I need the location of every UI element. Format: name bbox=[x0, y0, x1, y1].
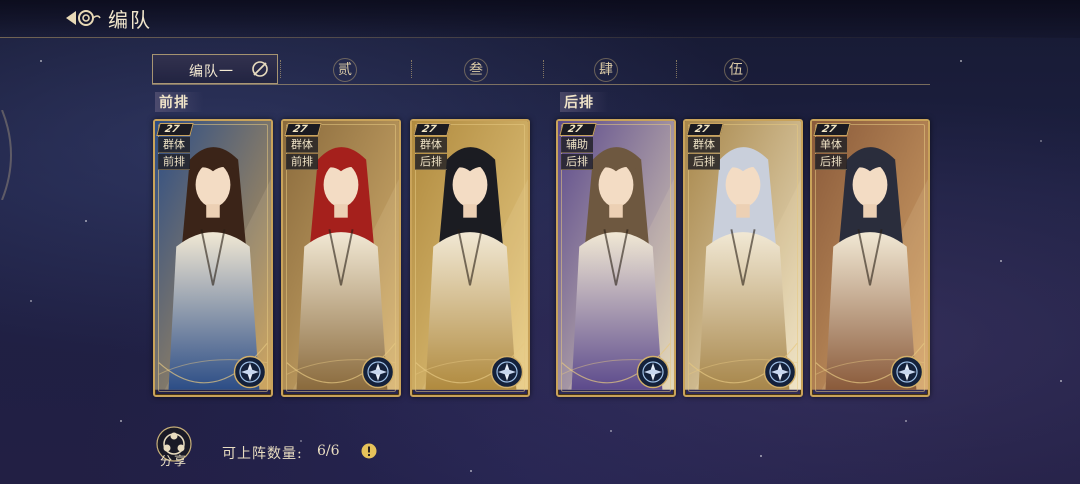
compass-emblem-icon bbox=[636, 355, 670, 389]
header-divider bbox=[0, 37, 1080, 38]
tabs-underline bbox=[152, 84, 930, 85]
level-badge: 27 bbox=[813, 123, 851, 136]
share-label: 分享 bbox=[159, 454, 188, 468]
level-value: 27 bbox=[163, 124, 181, 135]
compass-emblem-icon bbox=[233, 355, 267, 389]
level-value: 27 bbox=[566, 124, 584, 135]
tab-team-5-label: 伍 bbox=[724, 58, 748, 82]
cloud-back-icon[interactable] bbox=[62, 6, 102, 30]
tab-team-4-label: 肆 bbox=[594, 58, 618, 82]
target-type-tag: 群体 bbox=[688, 137, 720, 153]
target-type-tag: 群体 bbox=[415, 137, 447, 153]
tab-separator bbox=[676, 60, 677, 78]
target-type-tag: 辅助 bbox=[561, 137, 593, 153]
left-edge-ornament bbox=[1, 110, 12, 200]
team-tabs: 编队一 贰 叁 肆 伍 bbox=[152, 54, 930, 86]
character-card[interactable]: 27 群体 前排 bbox=[153, 119, 273, 397]
front-row-label: 前排 bbox=[155, 92, 203, 112]
tab-team-2[interactable]: 贰 bbox=[282, 54, 410, 84]
tab-team-1[interactable]: 编队一 bbox=[152, 54, 278, 84]
character-card[interactable]: 27 群体 后排 bbox=[683, 119, 803, 397]
tab-team-1-label: 编队一 bbox=[189, 64, 234, 80]
edit-slash-icon[interactable] bbox=[251, 60, 269, 78]
level-value: 27 bbox=[693, 124, 711, 135]
level-badge: 27 bbox=[284, 123, 322, 136]
character-card[interactable]: 27 群体 前排 bbox=[281, 119, 401, 397]
level-badge: 27 bbox=[156, 123, 194, 136]
top-bar: 编队 bbox=[0, 0, 1080, 38]
compass-emblem-icon bbox=[361, 355, 395, 389]
tab-separator bbox=[543, 60, 544, 78]
position-tag: 前排 bbox=[286, 154, 318, 170]
deploy-count-label: 可上阵数量: bbox=[222, 446, 303, 462]
tab-separator bbox=[280, 60, 281, 78]
back-row-label: 后排 bbox=[560, 92, 608, 112]
tab-team-4[interactable]: 肆 bbox=[545, 54, 675, 84]
tab-team-3[interactable]: 叁 bbox=[413, 54, 543, 84]
target-type-tag: 群体 bbox=[286, 137, 318, 153]
position-tag: 后排 bbox=[815, 154, 847, 170]
compass-emblem-icon bbox=[890, 355, 924, 389]
level-value: 27 bbox=[820, 124, 838, 135]
level-value: 27 bbox=[291, 124, 309, 135]
position-tag: 后排 bbox=[688, 154, 720, 170]
position-tag: 前排 bbox=[158, 154, 190, 170]
target-type-tag: 群体 bbox=[158, 137, 190, 153]
character-card[interactable]: 27 群体 后排 bbox=[410, 119, 530, 397]
exclamation-info-icon[interactable] bbox=[361, 443, 377, 459]
character-card[interactable]: 27 单体 后排 bbox=[810, 119, 930, 397]
level-badge: 27 bbox=[686, 123, 724, 136]
level-badge: 27 bbox=[413, 123, 451, 136]
tab-team-5[interactable]: 伍 bbox=[678, 54, 808, 84]
target-type-tag: 单体 bbox=[815, 137, 847, 153]
page-title: 编队 bbox=[108, 8, 152, 32]
deploy-count-value: 6/6 bbox=[317, 443, 340, 459]
level-badge: 27 bbox=[559, 123, 597, 136]
position-tag: 后排 bbox=[561, 154, 593, 170]
compass-emblem-icon bbox=[490, 355, 524, 389]
tab-team-2-label: 贰 bbox=[333, 58, 357, 82]
level-value: 27 bbox=[420, 124, 438, 135]
position-tag: 后排 bbox=[415, 154, 447, 170]
tab-separator bbox=[411, 60, 412, 78]
tab-team-3-label: 叁 bbox=[464, 58, 488, 82]
compass-emblem-icon bbox=[763, 355, 797, 389]
character-card[interactable]: 27 辅助 后排 bbox=[556, 119, 676, 397]
